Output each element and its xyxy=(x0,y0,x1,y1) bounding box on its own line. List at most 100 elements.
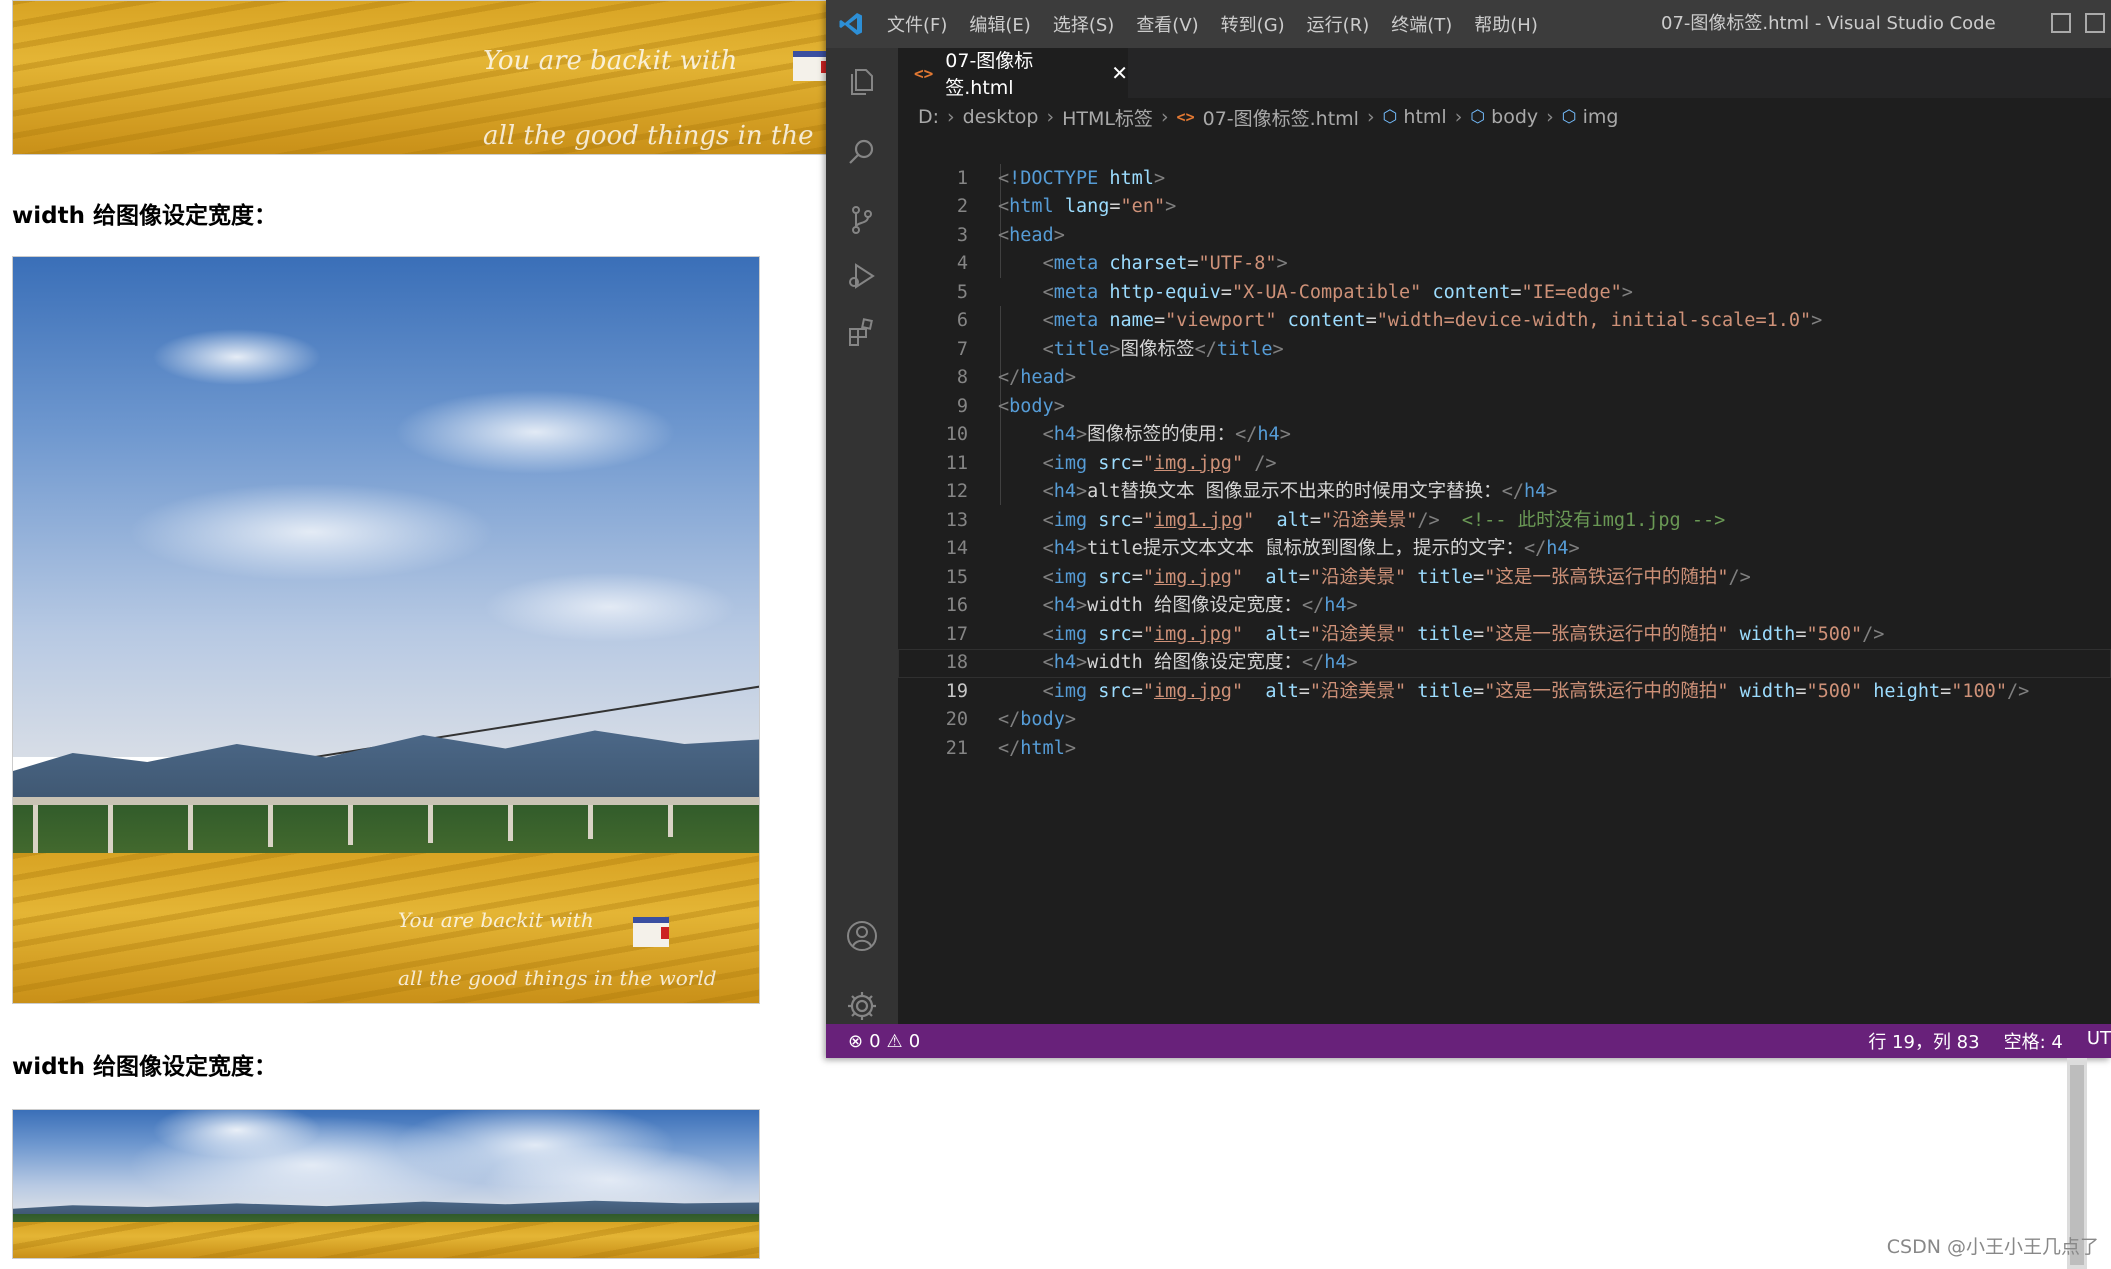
symbol-element-icon: ⬡ xyxy=(1470,107,1486,127)
tree-line xyxy=(13,797,759,857)
code-line: 9 <body> xyxy=(898,364,2111,417)
chevron-right-icon: › xyxy=(1366,106,1375,128)
viaduct-pillar xyxy=(348,805,353,845)
breadcrumb-folder[interactable]: HTML标签 xyxy=(1062,104,1153,131)
page-heading-width-1: width 给图像设定宽度： xyxy=(12,203,277,229)
code-line: 8 </head> xyxy=(898,336,2111,388)
code-line: 12 <h4>alt替换文本 图像显示不出来的时候用文字替换：</h4> xyxy=(898,450,2111,502)
problems-indicator[interactable]: ⊗ 0 ⚠ 0 xyxy=(848,1031,920,1052)
breadcrumb-desktop[interactable]: desktop xyxy=(963,106,1039,128)
code-line-current: 19 <img src="img.jpg" alt="沿途美景" title="… xyxy=(898,649,2111,702)
photo-caption: You are backit with all the good things … xyxy=(483,5,829,154)
viaduct-pillar xyxy=(268,805,273,847)
viaduct-pillar xyxy=(588,805,593,839)
tab-07-image-tag[interactable]: <> 07-图像标签.html ✕ xyxy=(898,48,1128,99)
title-bar: 文件(F) 编辑(E) 选择(S) 查看(V) 转到(G) 运行(R) 终端(T… xyxy=(826,0,2111,48)
code-editor[interactable]: 1 <!DOCTYPE html> 2 <html lang="en"> 3 <hea… xyxy=(898,136,2111,1024)
cursor-position[interactable]: 行 19，列 83 xyxy=(1868,1028,1979,1054)
caption-line-2: all the good things in the world xyxy=(483,121,814,152)
error-count: 0 xyxy=(869,1030,881,1052)
source-control-icon[interactable] xyxy=(842,200,882,240)
viaduct-pillar xyxy=(668,805,673,837)
viaduct-pillar xyxy=(108,805,113,855)
toggle-sidebar-icon[interactable] xyxy=(2051,13,2071,33)
settings-gear-icon[interactable] xyxy=(842,986,882,1026)
code-line: 6 <meta name="viewport" content="width=d… xyxy=(898,279,2111,331)
browser-page: You are backit with all the good things … xyxy=(0,0,830,1269)
code-line: 1 <!DOCTYPE html> xyxy=(898,136,2111,189)
caption-line-1: You are backit with xyxy=(398,908,594,932)
caption-line-1: You are backit with xyxy=(483,45,738,76)
code-line: 18 <h4>width 给图像设定宽度：</h4> xyxy=(898,621,2111,673)
extensions-icon[interactable] xyxy=(842,312,882,352)
search-icon[interactable] xyxy=(842,132,882,172)
code-line: 13 <img src="img1.jpg" alt="沿途美景"/> <!--… xyxy=(898,478,2111,531)
code-line: 21 </html> xyxy=(898,706,2111,759)
breadcrumb-drive[interactable]: D: xyxy=(918,106,939,128)
html-file-icon: <> xyxy=(1176,108,1195,126)
house xyxy=(793,51,829,81)
photo-width-500: You are backit with all the good things … xyxy=(12,256,760,1004)
code-line: 15 <img src="img.jpg" alt="沿途美景" title="… xyxy=(898,535,2111,588)
photo-height-100 xyxy=(12,1109,760,1259)
explorer-icon[interactable] xyxy=(842,62,882,102)
tab-bar: <> 07-图像标签.html ✕ xyxy=(898,48,2111,99)
code-line: 16 <h4>width 给图像设定宽度：</h4> xyxy=(898,564,2111,616)
menu-go[interactable]: 转到(G) xyxy=(1210,11,1296,37)
warning-icon: ⚠ xyxy=(886,1030,903,1052)
status-right: 行 19，列 83 空格: 4 UT xyxy=(1868,1028,2111,1054)
window-title: 07-图像标签.html - Visual Studio Code xyxy=(1661,13,1996,34)
breadcrumb-file[interactable]: 07-图像标签.html xyxy=(1203,104,1359,131)
code-line: 14 <h4>title提示文本文本 鼠标放到图像上，提示的文字：</h4> xyxy=(898,507,2111,559)
tab-close-icon[interactable]: ✕ xyxy=(1111,61,1128,85)
breadcrumb-body[interactable]: body xyxy=(1491,106,1538,128)
toggle-panel-icon[interactable] xyxy=(2085,13,2105,33)
activity-bar xyxy=(826,48,898,1024)
menu-help[interactable]: 帮助(H) xyxy=(1463,11,1549,37)
code-line: 10 <h4>图像标签的使用：</h4> xyxy=(898,393,2111,445)
breadcrumb: D: › desktop › HTML标签 › <> 07-图像标签.html … xyxy=(898,98,2111,136)
breadcrumb-html[interactable]: html xyxy=(1403,106,1446,128)
sky xyxy=(13,257,759,757)
symbol-element-icon: ⬡ xyxy=(1382,107,1398,127)
menu-selection[interactable]: 选择(S) xyxy=(1042,11,1125,37)
viaduct-pillar xyxy=(188,805,193,850)
house xyxy=(633,917,669,947)
sky xyxy=(13,1110,759,1210)
vscode-logo-icon[interactable] xyxy=(826,0,876,48)
chevron-right-icon: › xyxy=(1046,106,1055,128)
html-file-icon: <> xyxy=(914,63,934,83)
caption-line-2: all the good things in the world xyxy=(398,966,717,990)
menu-view[interactable]: 查看(V) xyxy=(1125,11,1209,37)
indentation[interactable]: 空格: 4 xyxy=(2004,1028,2063,1054)
watermark: CSDN @小王小王几点了 xyxy=(1886,1236,2099,1258)
accounts-icon[interactable] xyxy=(842,916,882,956)
vscode-window: 文件(F) 编辑(E) 选择(S) 查看(V) 转到(G) 运行(R) 终端(T… xyxy=(826,0,2111,1058)
menu-terminal[interactable]: 终端(T) xyxy=(1380,11,1463,37)
code-line: 5 <meta http-equiv="X-UA-Compatible" con… xyxy=(898,250,2111,303)
photo-top: You are backit with all the good things … xyxy=(12,0,830,155)
chevron-right-icon: › xyxy=(1454,106,1463,128)
code-line: 20 </body> xyxy=(898,678,2111,730)
viaduct-pillar xyxy=(33,805,38,855)
page-heading-width-2: width 给图像设定宽度： xyxy=(12,1054,277,1080)
error-icon: ⊗ xyxy=(848,1030,864,1052)
chevron-right-icon: › xyxy=(1546,106,1554,128)
code-line: 17 <img src="img.jpg" alt="沿途美景" title="… xyxy=(898,592,2111,645)
run-debug-icon[interactable] xyxy=(842,256,882,296)
viaduct-deck xyxy=(13,797,759,805)
warning-count: 0 xyxy=(908,1030,921,1052)
code-line: 4 <meta charset="UTF-8"> xyxy=(898,222,2111,274)
breadcrumb-img[interactable]: img xyxy=(1583,106,1619,128)
menu-edit[interactable]: 编辑(E) xyxy=(958,11,1041,37)
code-line: 3 <head> xyxy=(898,193,2111,246)
status-bar: ⊗ 0 ⚠ 0 行 19，列 83 空格: 4 UT xyxy=(826,1024,2111,1058)
code-line: 11 <img src="img.jpg" /> xyxy=(898,421,2111,474)
layout-controls xyxy=(2051,13,2105,33)
encoding[interactable]: UT xyxy=(2087,1028,2111,1054)
symbol-element-icon: ⬡ xyxy=(1561,107,1577,127)
menu-file[interactable]: 文件(F) xyxy=(876,11,958,37)
menu-run[interactable]: 运行(R) xyxy=(1296,11,1381,37)
tab-label: 07-图像标签.html xyxy=(945,50,1034,99)
line-number: 21 xyxy=(945,737,968,759)
